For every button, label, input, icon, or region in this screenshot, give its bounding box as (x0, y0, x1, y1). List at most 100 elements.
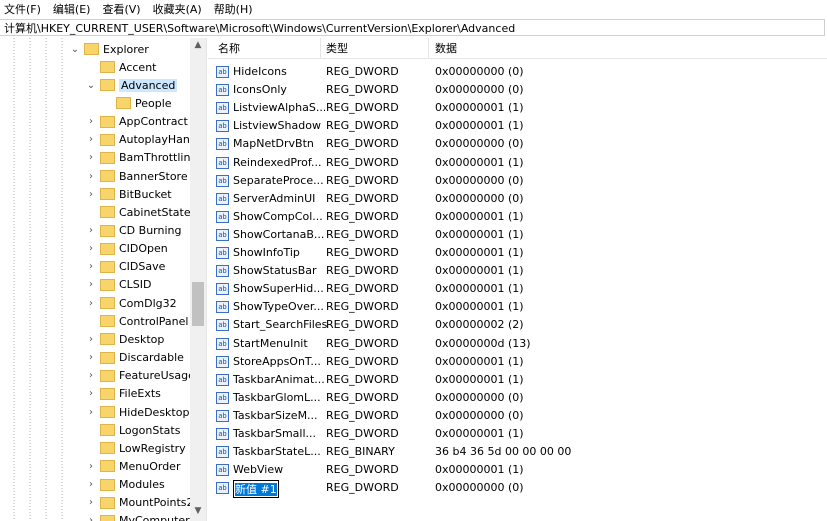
tree-item[interactable]: ControlPanel (0, 312, 190, 330)
chevron-right-icon[interactable]: › (86, 189, 96, 200)
value-row[interactable]: ab TaskbarSmall... REG_DWORD 0x00000001 (1) (208, 425, 827, 443)
chevron-right-icon[interactable]: › (86, 116, 96, 127)
dword-value-icon: ab (216, 192, 229, 205)
tree-item[interactable]: › CD Burning (0, 222, 190, 240)
tree-item[interactable]: › BamThrottling (0, 149, 197, 167)
tree-item[interactable]: › MountPoints2 (0, 494, 194, 512)
tree-item[interactable]: CabinetState (0, 203, 191, 221)
chevron-right-icon[interactable]: › (86, 152, 96, 163)
tree-item-label: BamThrottling (119, 151, 198, 165)
rename-selection[interactable]: 新值 #1 (235, 483, 277, 497)
tree-item[interactable]: › BannerStore (0, 167, 190, 185)
chevron-right-icon[interactable]: › (86, 515, 96, 521)
tree-item[interactable]: › AutoplayHand (0, 131, 197, 149)
chevron-right-icon[interactable]: › (86, 261, 96, 272)
chevron-right-icon[interactable]: › (86, 497, 96, 508)
scroll-down-icon[interactable]: ▼ (190, 506, 206, 516)
value-row[interactable]: ab ShowSuperHid... REG_DWORD 0x00000001 (1) (208, 280, 827, 298)
value-type: REG_DWORD (326, 354, 399, 368)
tree-item[interactable]: › HideDesktopI (0, 403, 193, 421)
value-row[interactable]: ab TaskbarSizeM... REG_DWORD 0x00000000 (0) (208, 407, 827, 425)
column-data-header[interactable]: 数据 (435, 40, 457, 56)
scroll-thumb[interactable] (192, 282, 204, 326)
value-row[interactable]: ab ShowStatusBar REG_DWORD 0x00000001 (1) (208, 262, 827, 280)
tree-item[interactable]: › MyComputer (0, 512, 190, 521)
menu-item[interactable]: 帮助(H) (208, 1, 259, 17)
value-row[interactable]: ab TaskbarStateL... REG_BINARY 36 b4 36 5d … (208, 443, 827, 461)
chevron-down-icon[interactable]: ⌄ (70, 44, 80, 55)
value-type: REG_DWORD (326, 282, 399, 296)
value-row[interactable]: ab ListviewAlphaS... REG_DWORD 0x00000001 (… (208, 99, 827, 117)
chevron-right-icon[interactable]: › (86, 388, 96, 399)
value-row[interactable]: ab ShowTypeOver... REG_DWORD 0x00000001 (1) (208, 298, 827, 316)
chevron-right-icon[interactable]: › (86, 298, 96, 309)
value-row[interactable]: ab 新值 #1 REG_DWORD 0x00000000 (0) (208, 479, 827, 499)
value-row[interactable]: ab ShowInfoTip REG_DWORD 0x00000001 (1) (208, 244, 827, 262)
value-type: REG_DWORD (326, 101, 399, 115)
chevron-right-icon[interactable]: › (86, 370, 96, 381)
chevron-right-icon[interactable]: › (86, 225, 96, 236)
tree-item[interactable]: › FeatureUsage (0, 367, 195, 385)
tree-item[interactable]: ⌄ Explorer (0, 40, 190, 58)
chevron-right-icon[interactable]: › (86, 352, 96, 363)
tree-item[interactable]: LogonStats (0, 421, 190, 439)
value-name[interactable]: 新值 #1 (233, 480, 279, 499)
tree-item[interactable]: LowRegistry (0, 439, 190, 457)
tree-item[interactable]: › AppContract (0, 113, 190, 131)
chevron-right-icon[interactable]: › (86, 407, 96, 418)
tree-item[interactable]: Accent (0, 58, 190, 76)
value-row[interactable]: ab TaskbarGlomL... REG_DWORD 0x00000000 (0) (208, 389, 827, 407)
tree-item[interactable]: › MenuOrder (0, 457, 190, 475)
value-row[interactable]: ab StartMenuInit REG_DWORD 0x0000000d (13) (208, 335, 827, 353)
value-row[interactable]: ab ShowCortanaB... REG_DWORD 0x00000001 (1) (208, 226, 827, 244)
value-row[interactable]: ab TaskbarAnimat... REG_DWORD 0x00000001 (1… (208, 371, 827, 389)
tree-item[interactable]: › ComDlg32 (0, 294, 190, 312)
chevron-right-icon[interactable]: › (86, 171, 96, 182)
tree-item[interactable]: › Modules (0, 476, 190, 494)
tree-item[interactable]: › CIDSave (0, 258, 190, 276)
chevron-right-icon[interactable]: › (86, 479, 96, 490)
value-row[interactable]: ab Start_SearchFiles REG_DWORD 0x00000002 (… (208, 316, 827, 334)
value-row[interactable]: ab ShowCompCol... REG_DWORD 0x00000001 (1) (208, 208, 827, 226)
tree-item[interactable]: › Desktop (0, 330, 190, 348)
folder-icon (100, 151, 115, 164)
tree-scrollbar[interactable]: ▲ ▼ (190, 38, 206, 521)
chevron-right-icon[interactable]: › (86, 461, 96, 472)
values-list: 名称 类型 数据 ab HideIcons REG_DWORD 0x00000000 … (208, 38, 827, 521)
tree-item[interactable]: People (0, 94, 190, 112)
value-name: HideIcons (233, 65, 287, 78)
address-bar[interactable]: 计算机\HKEY_CURRENT_USER\Software\Microsoft… (0, 19, 825, 36)
value-row[interactable]: ab IconsOnly REG_DWORD 0x00000000 (0) (208, 81, 827, 99)
value-data: 0x00000001 (1) (435, 282, 524, 296)
column-name-header[interactable]: 名称 (218, 40, 240, 56)
chevron-right-icon[interactable]: › (86, 279, 96, 290)
value-row[interactable]: ab StoreAppsOnT... REG_DWORD 0x00000001 (1) (208, 353, 827, 371)
tree-item[interactable]: ⌄ Advanced (0, 76, 190, 94)
value-row[interactable]: ab ServerAdminUI REG_DWORD 0x00000000 (0) (208, 190, 827, 208)
value-row[interactable]: ab ReindexedProf... REG_DWORD 0x00000001 (1… (208, 154, 827, 172)
chevron-down-icon[interactable]: ⌄ (86, 80, 96, 91)
menu-item[interactable]: 编辑(E) (47, 1, 97, 17)
value-row[interactable]: ab ListviewShadow REG_DWORD 0x00000001 (1) (208, 117, 827, 135)
chevron-right-icon[interactable]: › (86, 334, 96, 345)
folder-icon (100, 333, 115, 346)
chevron-right-icon[interactable]: › (86, 243, 96, 254)
value-row[interactable]: ab WebView REG_DWORD 0x00000001 (1) (208, 461, 827, 479)
value-row[interactable]: ab SeparateProce... REG_DWORD 0x00000000 (0… (208, 172, 827, 190)
column-type-header[interactable]: 类型 (326, 40, 348, 56)
folder-icon (100, 224, 115, 237)
value-row[interactable]: ab HideIcons REG_DWORD 0x00000000 (0) (208, 63, 827, 81)
menu-item[interactable]: 收藏夹(A) (147, 1, 208, 17)
menu-item[interactable]: 查看(V) (96, 1, 146, 17)
tree-item[interactable]: › BitBucket (0, 185, 190, 203)
chevron-right-icon[interactable]: › (86, 134, 96, 145)
tree-item[interactable]: › CIDOpen (0, 240, 190, 258)
tree-item[interactable]: › FileExts (0, 385, 190, 403)
folder-icon (100, 297, 115, 310)
scroll-up-icon[interactable]: ▲ (190, 40, 206, 50)
menu-item[interactable]: 文件(F) (0, 1, 47, 17)
tree-item[interactable]: › CLSID (0, 276, 190, 294)
value-row[interactable]: ab MapNetDrvBtn REG_DWORD 0x00000000 (0) (208, 135, 827, 153)
tree-item[interactable]: › Discardable (0, 349, 190, 367)
value-data: 0x00000001 (1) (435, 209, 524, 223)
